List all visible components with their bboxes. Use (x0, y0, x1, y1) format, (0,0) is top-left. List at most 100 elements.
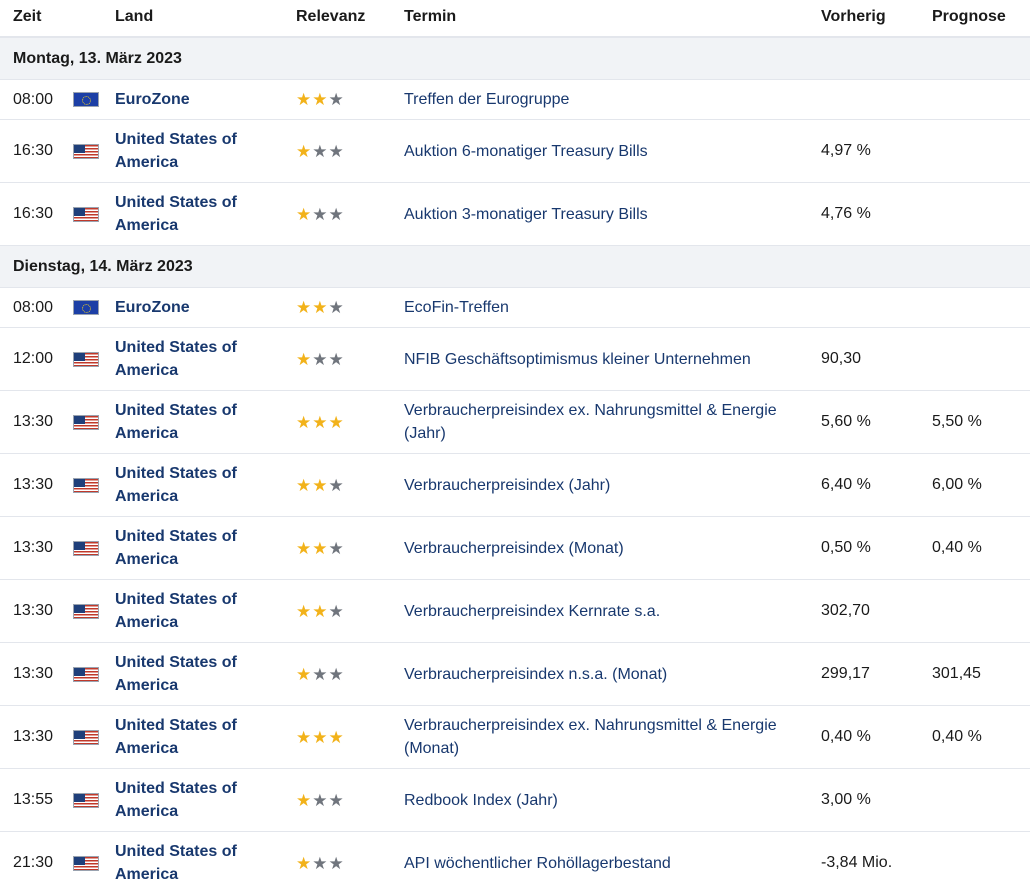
relevance: ★ ★ ★ (296, 454, 376, 516)
table-row[interactable]: 13:30 United States of America ★ ★ ★ Verbrauc… (0, 580, 1030, 643)
relevance: ★ ★ ★ (296, 769, 376, 831)
star-icon: ★ (328, 601, 344, 621)
country-link[interactable]: United States of America (115, 706, 285, 768)
table-row[interactable]: 13:55 United States of America ★ ★ ★ Redbook … (0, 769, 1030, 832)
country-link[interactable]: United States of America (115, 643, 285, 705)
event-link[interactable]: Verbraucherpreisindex ex. Nahrungsmittel… (404, 391, 804, 453)
header-relevance[interactable]: Relevanz (296, 8, 365, 26)
eu-flag-icon (73, 300, 99, 315)
event-time: 16:30 (13, 142, 54, 159)
header-event[interactable]: Termin (404, 8, 456, 26)
us-flag-icon (73, 666, 99, 682)
relevance: ★ ★ ★ (296, 832, 376, 891)
previous-value: 0,50 % (821, 539, 871, 556)
forecast-value (932, 120, 1027, 182)
star-icon: ★ (328, 664, 344, 684)
event-link[interactable]: Treffen der Eurogruppe (404, 80, 804, 119)
us-flag-icon (73, 855, 99, 871)
table-row[interactable]: 13:30 United States of America ★ ★ ★ Verbrauc… (0, 454, 1030, 517)
header-forecast[interactable]: Prognose (932, 8, 1006, 26)
table-row[interactable]: 13:30 United States of America ★ ★ ★ Verbrauc… (0, 391, 1030, 454)
country-link[interactable]: United States of America (115, 832, 285, 891)
header-previous[interactable]: Vorherig (821, 8, 886, 26)
forecast-value (932, 288, 1027, 327)
relevance-stars: ★ ★ ★ (296, 143, 344, 160)
us-flag-icon (73, 792, 99, 808)
star-icon: ★ (312, 538, 328, 558)
star-icon: ★ (328, 790, 344, 810)
star-icon: ★ (296, 727, 312, 747)
star-icon: ★ (296, 601, 312, 621)
relevance: ★ ★ ★ (296, 288, 376, 327)
event-time: 13:30 (13, 476, 54, 493)
country-link[interactable]: United States of America (115, 328, 285, 390)
relevance-stars: ★ ★ ★ (296, 855, 344, 872)
country-link[interactable]: United States of America (115, 391, 285, 453)
star-icon: ★ (296, 90, 312, 109)
header-country[interactable]: Land (115, 8, 153, 26)
star-icon: ★ (328, 853, 344, 873)
event-link[interactable]: Redbook Index (Jahr) (404, 769, 804, 831)
star-icon: ★ (328, 141, 344, 161)
event-time: 16:30 (13, 205, 54, 222)
star-icon: ★ (328, 727, 344, 747)
star-icon: ★ (328, 475, 344, 495)
star-icon: ★ (296, 538, 312, 558)
event-link[interactable]: Verbraucherpreisindex ex. Nahrungsmittel… (404, 706, 804, 768)
star-icon: ★ (328, 90, 344, 109)
table-row[interactable]: 16:30 United States of America ★ ★ ★ Auktion … (0, 120, 1030, 183)
country-link[interactable]: United States of America (115, 580, 285, 642)
star-icon: ★ (312, 475, 328, 495)
forecast-value (932, 580, 1027, 642)
star-icon: ★ (328, 412, 344, 432)
table-row[interactable]: 13:30 United States of America ★ ★ ★ Verbrauc… (0, 706, 1030, 769)
star-icon: ★ (312, 601, 328, 621)
event-time: 13:30 (13, 728, 54, 745)
event-link[interactable]: API wöchentlicher Rohöllagerbestand (404, 832, 804, 891)
relevance: ★ ★ ★ (296, 391, 376, 453)
event-link[interactable]: Verbraucherpreisindex (Jahr) (404, 454, 804, 516)
table-row[interactable]: 21:30 United States of America ★ ★ ★ API wöch… (0, 832, 1030, 891)
event-link[interactable]: Verbraucherpreisindex (Monat) (404, 517, 804, 579)
header-time[interactable]: Zeit (13, 8, 41, 26)
event-time: 21:30 (13, 854, 54, 871)
country-link[interactable]: United States of America (115, 454, 285, 516)
country-flag (73, 391, 99, 453)
table-row[interactable]: 08:00 EuroZone ★ ★ ★ Treffen der Eurogruppe (0, 80, 1030, 120)
country-link[interactable]: United States of America (115, 517, 285, 579)
event-link[interactable]: NFIB Geschäftsoptimismus kleiner Unterne… (404, 328, 804, 390)
country-link[interactable]: United States of America (115, 183, 285, 245)
event-link[interactable]: EcoFin-Treffen (404, 288, 804, 327)
country-flag (73, 183, 99, 245)
table-row[interactable]: 13:30 United States of America ★ ★ ★ Verbrauc… (0, 517, 1030, 580)
country-link[interactable]: EuroZone (115, 288, 285, 327)
country-flag (73, 769, 99, 831)
table-row[interactable]: 13:30 United States of America ★ ★ ★ Verbrauc… (0, 643, 1030, 706)
us-flag-icon (73, 477, 99, 493)
date-group-header: Dienstag, 14. März 2023 (0, 246, 1030, 288)
event-link[interactable]: Auktion 6-monatiger Treasury Bills (404, 120, 804, 182)
star-icon: ★ (296, 298, 312, 317)
table-row[interactable]: 08:00 EuroZone ★ ★ ★ EcoFin-Treffen (0, 288, 1030, 328)
relevance: ★ ★ ★ (296, 80, 376, 119)
previous-value (821, 80, 921, 119)
table-row[interactable]: 12:00 United States of America ★ ★ ★ NFIB Ges… (0, 328, 1030, 391)
previous-value: 6,40 % (821, 476, 871, 493)
country-link[interactable]: United States of America (115, 120, 285, 182)
relevance-stars: ★ ★ ★ (296, 792, 344, 809)
event-link[interactable]: Verbraucherpreisindex n.s.a. (Monat) (404, 643, 804, 705)
star-icon: ★ (312, 141, 328, 161)
event-link[interactable]: Verbraucherpreisindex Kernrate s.a. (404, 580, 804, 642)
forecast-value (932, 80, 1027, 119)
table-row[interactable]: 16:30 United States of America ★ ★ ★ Auktion … (0, 183, 1030, 246)
event-link[interactable]: Auktion 3-monatiger Treasury Bills (404, 183, 804, 245)
forecast-value (932, 769, 1027, 831)
country-flag (73, 328, 99, 390)
country-link[interactable]: EuroZone (115, 80, 285, 119)
event-time: 08:00 (13, 90, 54, 108)
us-flag-icon (73, 351, 99, 367)
country-flag (73, 643, 99, 705)
star-icon: ★ (312, 727, 328, 747)
previous-value: 302,70 (821, 602, 870, 619)
country-link[interactable]: United States of America (115, 769, 285, 831)
